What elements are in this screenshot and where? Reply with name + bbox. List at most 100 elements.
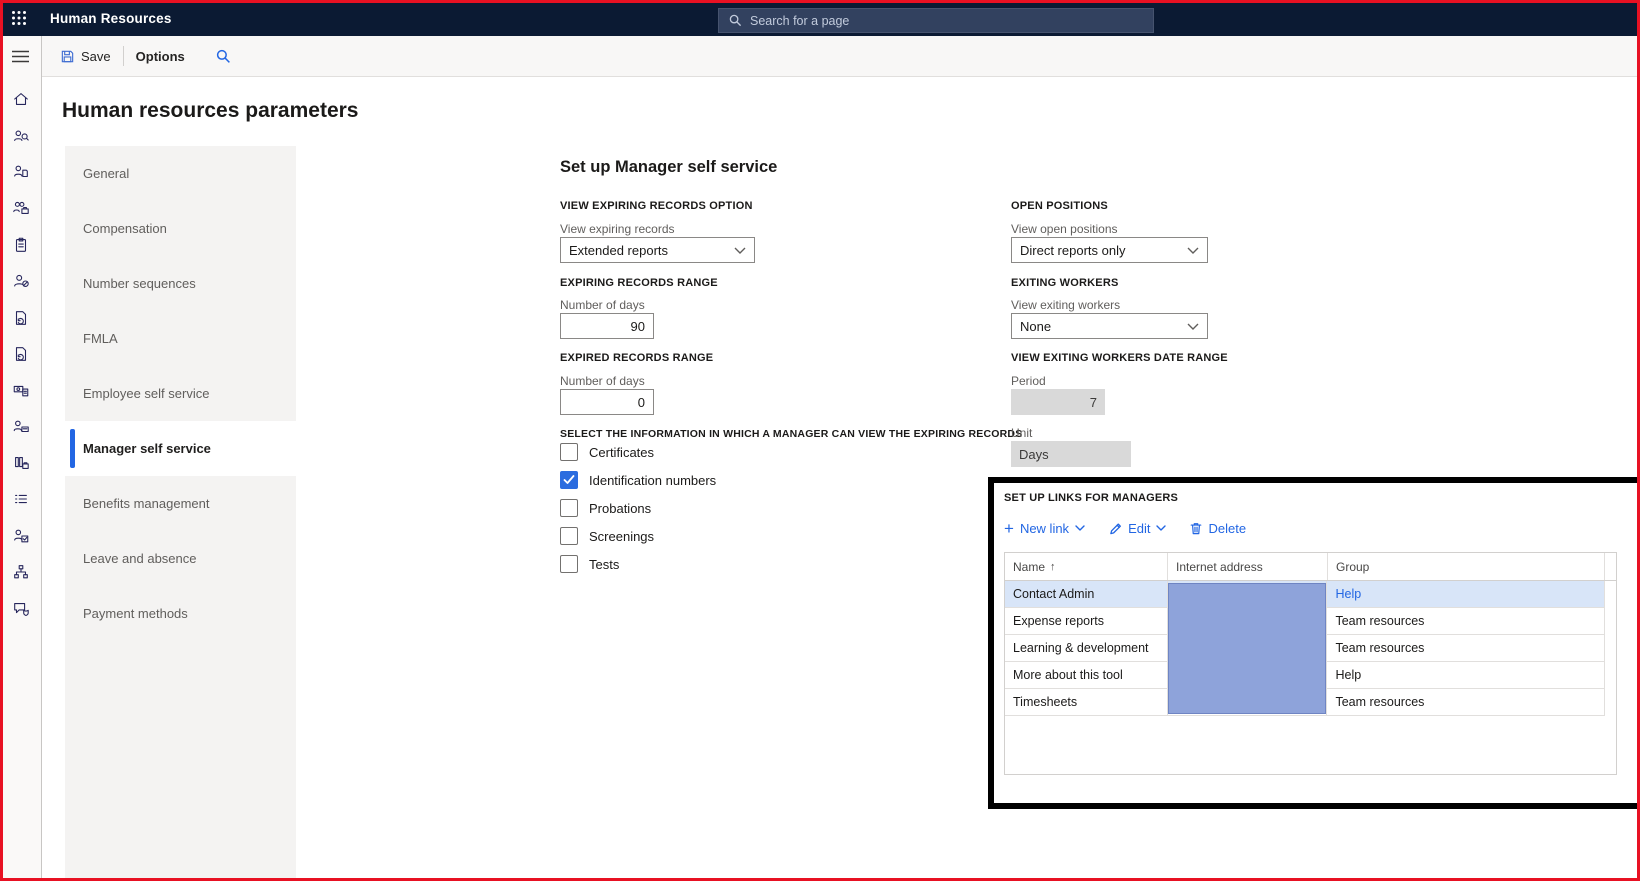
module-icon-rail	[0, 36, 42, 881]
chevron-down-icon	[1156, 525, 1166, 531]
chevron-down-icon	[1187, 323, 1199, 330]
team-briefcase-icon[interactable]	[0, 190, 41, 226]
options-button[interactable]: Options	[128, 41, 193, 71]
payroll-calculator-icon[interactable]	[0, 372, 41, 408]
cell-group[interactable]: Help	[1326, 662, 1604, 688]
redaction-overlay	[1168, 583, 1326, 714]
unit-field-disabled: Days	[1011, 441, 1131, 467]
worker-approval-icon[interactable]	[0, 518, 41, 554]
page-body: General Compensation Number sequences FM…	[42, 146, 1640, 881]
tab-leave-and-absence[interactable]: Leave and absence	[65, 531, 296, 586]
checkbox-box	[560, 443, 578, 461]
page-search-box[interactable]	[718, 8, 1154, 33]
checkbox-box-checked	[560, 471, 578, 489]
delete-label: Delete	[1208, 521, 1246, 536]
save-button[interactable]: Save	[52, 41, 119, 71]
tab-manager-self-service[interactable]: Manager self service	[65, 421, 296, 476]
new-link-button[interactable]: + New link	[1004, 520, 1085, 537]
parameters-tab-list: General Compensation Number sequences FM…	[65, 146, 296, 881]
delete-button[interactable]: Delete	[1190, 521, 1246, 536]
checkbox-box	[560, 499, 578, 517]
links-table-header: Name ↑ Internet address Group	[1005, 553, 1616, 581]
hamburger-icon	[12, 50, 29, 63]
search-icon	[729, 14, 742, 27]
expired-days-input[interactable]	[560, 389, 654, 415]
column-header-group[interactable]: Group	[1327, 553, 1604, 580]
view-exiting-workers-select[interactable]: None	[1011, 313, 1208, 339]
view-exiting-workers-label: View exiting workers	[1011, 298, 1120, 312]
save-label: Save	[81, 49, 111, 64]
view-expiring-records-select[interactable]: Extended reports	[560, 237, 755, 263]
tab-number-sequences[interactable]: Number sequences	[65, 256, 296, 311]
worker-document-icon[interactable]	[0, 154, 41, 190]
checklist-icon[interactable]	[0, 481, 41, 517]
people-icon[interactable]	[0, 117, 41, 153]
view-open-positions-select[interactable]: Direct reports only	[1011, 237, 1208, 263]
section-heading: Set up Manager self service	[560, 158, 777, 177]
cell-name[interactable]: Learning & development	[1005, 635, 1167, 661]
save-icon	[60, 49, 75, 64]
tab-compensation[interactable]: Compensation	[65, 201, 296, 256]
chevron-down-icon	[1075, 525, 1085, 531]
checkbox-certificates[interactable]: Certificates	[560, 443, 654, 461]
edit-pencil-icon	[1109, 522, 1122, 535]
chevron-down-icon	[734, 247, 746, 254]
cell-group[interactable]: Team resources	[1326, 608, 1604, 634]
sort-ascending-icon: ↑	[1050, 561, 1056, 573]
tab-employee-self-service[interactable]: Employee self service	[65, 366, 296, 421]
cell-name[interactable]: Expense reports	[1005, 608, 1167, 634]
tasks-clipboard-icon[interactable]	[0, 227, 41, 263]
command-bar: Save Options	[42, 36, 1640, 77]
document-process-alt-icon[interactable]	[0, 336, 41, 372]
trash-icon	[1190, 522, 1202, 535]
cell-group-link[interactable]: Help	[1326, 581, 1604, 607]
sidebar-icon-list	[0, 81, 41, 627]
checkbox-tests[interactable]: Tests	[560, 555, 619, 573]
checkbox-identification-numbers[interactable]: Identification numbers	[560, 471, 716, 489]
toolbar-search-button[interactable]	[207, 49, 241, 64]
cell-name[interactable]: Contact Admin	[1005, 581, 1167, 607]
feedback-shield-icon[interactable]	[0, 590, 41, 626]
tab-general[interactable]: General	[65, 146, 296, 201]
checkbox-probations[interactable]: Probations	[560, 499, 651, 517]
cell-group[interactable]: Team resources	[1326, 689, 1604, 715]
cell-name[interactable]: Timesheets	[1005, 689, 1167, 715]
expiring-info-section-header: SELECT THE INFORMATION IN WHICH A MANAGE…	[560, 428, 1022, 440]
column-header-gutter	[1604, 553, 1616, 580]
expiring-records-range-section-header: EXPIRING RECORDS RANGE	[560, 277, 718, 289]
open-positions-section-header: OPEN POSITIONS	[1011, 200, 1108, 212]
view-open-positions-label: View open positions	[1011, 222, 1118, 236]
column-header-name[interactable]: Name ↑	[1005, 553, 1167, 580]
column-header-internet-address[interactable]: Internet address	[1167, 553, 1327, 580]
organization-chart-icon[interactable]	[0, 554, 41, 590]
benefits-columns-icon[interactable]	[0, 445, 41, 481]
app-launcher-button[interactable]	[0, 0, 38, 36]
tab-payment-methods[interactable]: Payment methods	[65, 586, 296, 641]
expired-days-label: Number of days	[560, 374, 645, 388]
page-search-input[interactable]	[750, 14, 1143, 28]
edit-label: Edit	[1128, 521, 1150, 536]
tab-benefits-management[interactable]: Benefits management	[65, 476, 296, 531]
plus-icon: +	[1004, 520, 1014, 537]
edit-button[interactable]: Edit	[1109, 521, 1166, 536]
chevron-down-icon	[1187, 247, 1199, 254]
checkbox-label: Certificates	[589, 445, 654, 460]
excluded-worker-icon[interactable]	[0, 263, 41, 299]
document-process-icon[interactable]	[0, 299, 41, 335]
options-label: Options	[136, 49, 185, 64]
cell-name[interactable]: More about this tool	[1005, 662, 1167, 688]
checkbox-label: Identification numbers	[589, 473, 716, 488]
expiring-days-input[interactable]	[560, 313, 654, 339]
period-field-disabled: 7	[1011, 389, 1105, 415]
screen: Human Resources Save Options	[0, 0, 1640, 881]
checkbox-label: Screenings	[589, 529, 654, 544]
expand-navigation-button[interactable]	[0, 36, 41, 77]
checkbox-screenings[interactable]: Screenings	[560, 527, 654, 545]
cell-group[interactable]: Team resources	[1326, 635, 1604, 661]
worker-board-icon[interactable]	[0, 409, 41, 445]
period-label: Period	[1011, 374, 1046, 388]
home-icon[interactable]	[0, 81, 41, 117]
checkbox-box	[560, 555, 578, 573]
page-title: Human resources parameters	[62, 99, 358, 123]
tab-fmla[interactable]: FMLA	[65, 311, 296, 366]
